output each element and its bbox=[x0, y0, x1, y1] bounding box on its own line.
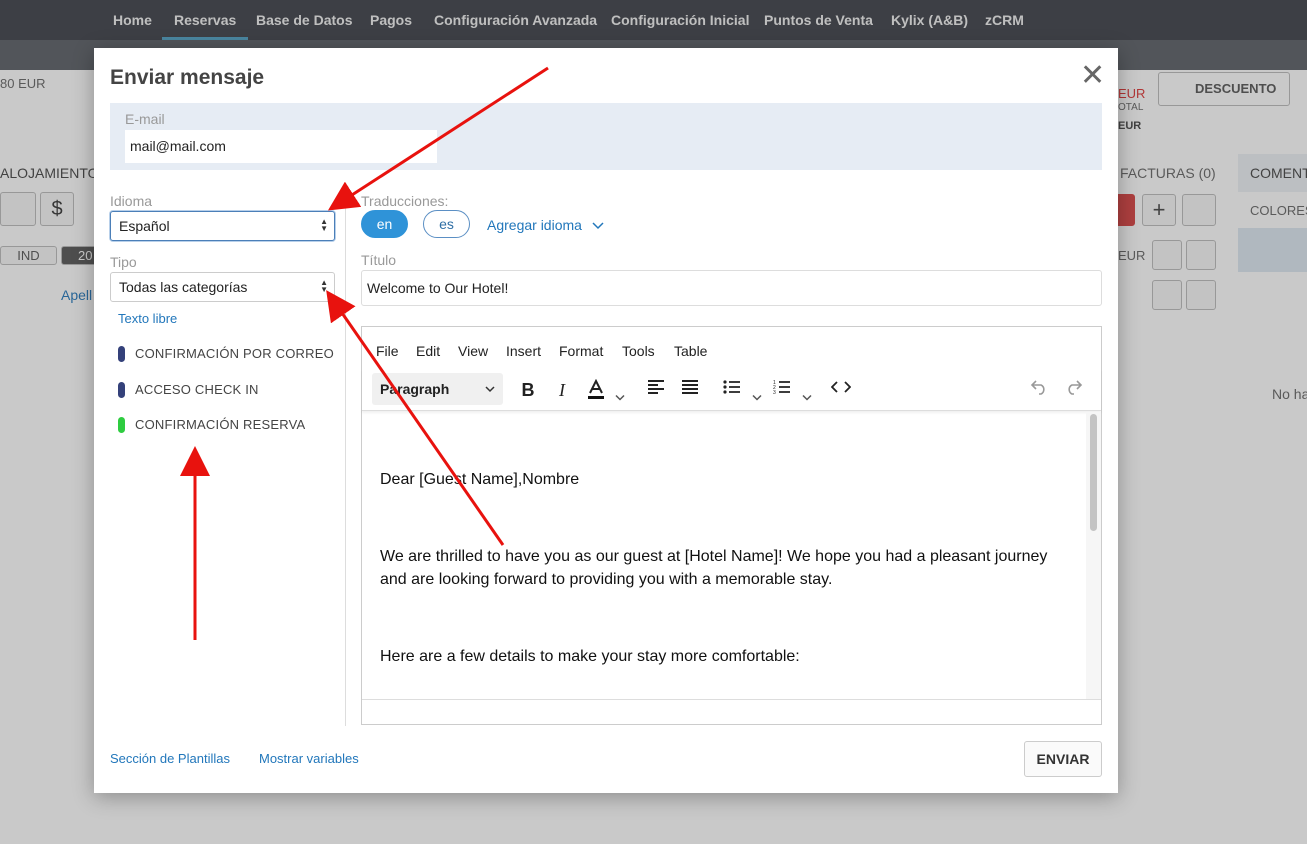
add-language-label: Agregar idioma bbox=[487, 217, 582, 233]
add-language-dropdown[interactable]: Agregar idioma bbox=[487, 217, 604, 233]
bold-icon[interactable]: B bbox=[520, 379, 536, 401]
menu-table[interactable]: Table bbox=[674, 343, 707, 359]
email-panel: E-mail mail@mail.com bbox=[110, 103, 1102, 170]
template-color-dot bbox=[118, 417, 125, 433]
template-color-dot bbox=[118, 346, 125, 362]
modal-title: Enviar mensaje bbox=[110, 66, 265, 89]
select-arrows-icon: ▲ ▼ bbox=[320, 278, 328, 294]
bullet-list-icon[interactable] bbox=[723, 379, 741, 401]
send-message-modal: Enviar mensaje ✕ E-mail mail@mail.com Id… bbox=[94, 48, 1118, 793]
content-paragraph: Dear [Guest Name],Nombre bbox=[380, 471, 580, 488]
chevron-down-icon bbox=[592, 222, 604, 230]
template-label: CONFIRMACIÓN POR CORREO bbox=[135, 346, 334, 361]
editor-statusbar bbox=[362, 699, 1101, 724]
send-button[interactable]: ENVIAR bbox=[1024, 741, 1102, 777]
template-label: CONFIRMACIÓN RESERVA bbox=[135, 417, 306, 432]
chevron-down-icon[interactable] bbox=[615, 387, 625, 409]
svg-text:3: 3 bbox=[773, 390, 776, 395]
editor-toolbar: Paragraph B I 123 bbox=[362, 369, 1101, 411]
lang-pill-es[interactable]: es bbox=[423, 210, 470, 238]
chevron-down-icon[interactable] bbox=[752, 387, 762, 409]
template-color-dot bbox=[118, 382, 125, 398]
traducciones-label: Traducciones: bbox=[361, 193, 449, 209]
idioma-label: Idioma bbox=[110, 193, 153, 209]
undo-icon[interactable] bbox=[1029, 379, 1049, 401]
menu-file[interactable]: File bbox=[376, 343, 399, 359]
titulo-label: Título bbox=[361, 252, 397, 268]
rich-text-editor: File Edit View Insert Format Tools Table… bbox=[361, 326, 1102, 725]
idioma-select[interactable]: Español ▲ ▼ bbox=[110, 211, 335, 241]
close-icon[interactable]: ✕ bbox=[1080, 61, 1105, 91]
email-label: E-mail bbox=[125, 111, 165, 127]
column-divider bbox=[345, 190, 346, 726]
select-arrows-icon: ▲ ▼ bbox=[320, 217, 328, 233]
editor-content[interactable]: Dear [Guest Name],Nombre We are thrilled… bbox=[362, 412, 1085, 699]
numbered-list-icon[interactable]: 123 bbox=[773, 379, 791, 401]
template-label: ACCESO CHECK IN bbox=[135, 382, 259, 397]
source-code-icon[interactable] bbox=[830, 379, 852, 401]
tipo-value: Todas las categorías bbox=[119, 279, 248, 295]
scrollbar-thumb[interactable] bbox=[1090, 414, 1097, 531]
email-field[interactable]: mail@mail.com bbox=[125, 130, 437, 163]
menu-tools[interactable]: Tools bbox=[622, 343, 655, 359]
lang-pill-en[interactable]: en bbox=[361, 210, 408, 238]
content-paragraph: Here are a few details to make your stay… bbox=[380, 648, 800, 665]
tipo-label: Tipo bbox=[110, 254, 137, 270]
menu-view[interactable]: View bbox=[458, 343, 488, 359]
tipo-select[interactable]: Todas las categorías ▲ ▼ bbox=[110, 272, 335, 302]
menu-edit[interactable]: Edit bbox=[416, 343, 440, 359]
templates-section-link[interactable]: Sección de Plantillas bbox=[110, 751, 230, 766]
menu-format[interactable]: Format bbox=[559, 343, 603, 359]
text-color-icon[interactable] bbox=[586, 378, 606, 401]
show-variables-link[interactable]: Mostrar variables bbox=[259, 751, 359, 766]
block-format-value: Paragraph bbox=[380, 381, 450, 397]
menu-insert[interactable]: Insert bbox=[506, 343, 541, 359]
idioma-value: Español bbox=[119, 218, 170, 234]
chevron-down-icon bbox=[485, 386, 495, 393]
texto-libre-link[interactable]: Texto libre bbox=[118, 311, 177, 326]
align-left-icon[interactable] bbox=[647, 379, 665, 401]
redo-icon[interactable] bbox=[1064, 379, 1084, 401]
content-paragraph: We are thrilled to have you as our guest… bbox=[380, 548, 1048, 588]
editor-scrollbar[interactable] bbox=[1086, 412, 1101, 699]
title-input[interactable]: Welcome to Our Hotel! bbox=[361, 270, 1102, 306]
chevron-down-icon[interactable] bbox=[802, 387, 812, 409]
block-format-select[interactable]: Paragraph bbox=[372, 373, 503, 405]
italic-icon[interactable]: I bbox=[555, 379, 569, 401]
align-justify-icon[interactable] bbox=[681, 379, 699, 401]
